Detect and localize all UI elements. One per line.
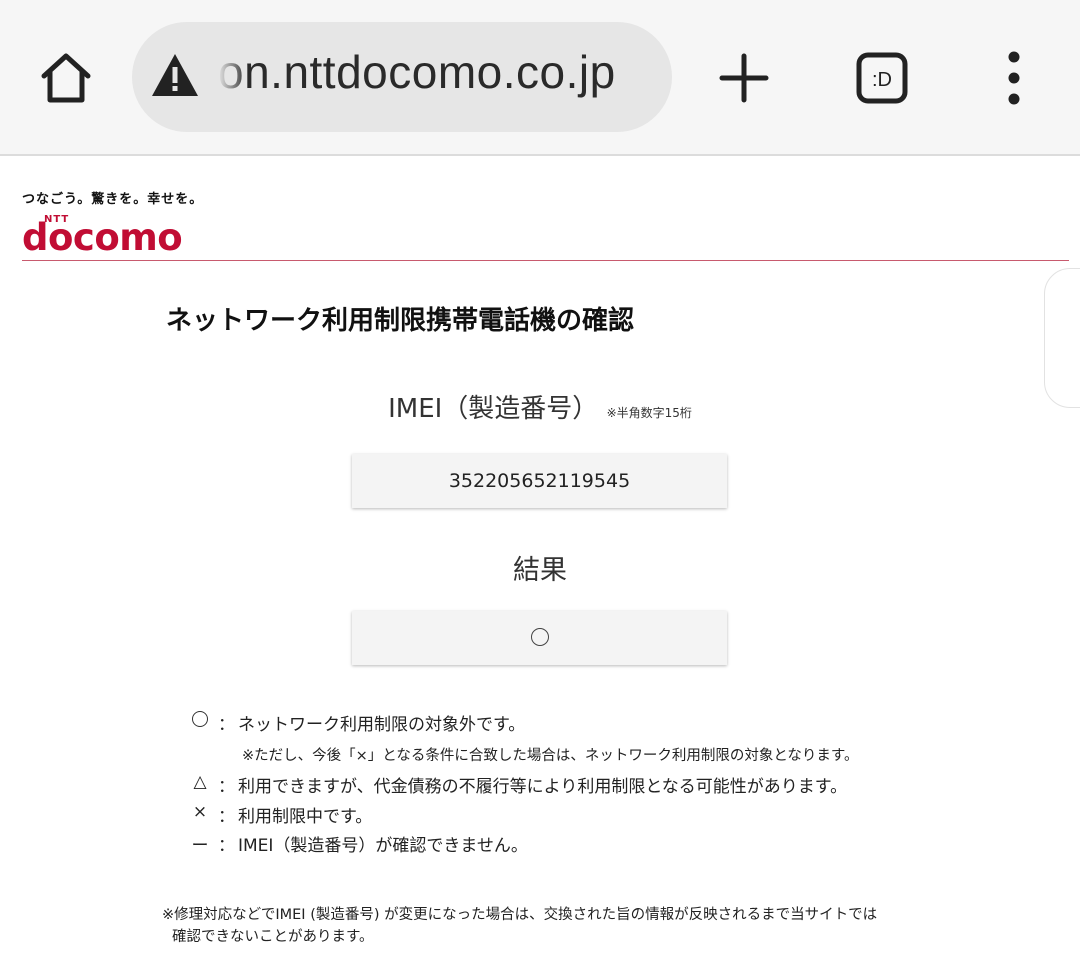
legend-text: 利用できますが、代金債務の不履行等により利用制限となる可能性があります。 — [238, 777, 848, 797]
legend-symbol: × — [192, 802, 208, 822]
footnote-line: 確認できないことがあります。 — [172, 929, 374, 945]
browser-toolbar: on.nttdocomo.co.jp :D — [0, 0, 1080, 156]
url-fade — [218, 22, 248, 132]
address-bar[interactable]: on.nttdocomo.co.jp — [132, 22, 672, 132]
imei-field[interactable]: 352205652119545 — [352, 454, 727, 508]
imei-label: IMEI（製造番号） ※半角数字15桁 — [0, 388, 1080, 425]
legend-text: ネットワーク利用制限の対象外です。 — [238, 715, 526, 735]
legend-colon: ： — [218, 777, 235, 797]
legend-text: 利用制限中です。 — [238, 807, 373, 827]
result-field — [352, 611, 727, 665]
legend-symbol: △ — [193, 772, 207, 792]
legend-colon: ： — [218, 715, 235, 735]
imei-label-text: IMEI（製造番号） — [388, 394, 599, 424]
legend-colon: ： — [218, 836, 235, 856]
side-panel-tab[interactable] — [1044, 268, 1080, 408]
result-label: 結果 — [513, 555, 567, 586]
legend-note: ※ただし、今後「×」となる条件に合致した場合は、ネットワーク利用制限の対象となり… — [242, 748, 859, 764]
home-icon[interactable] — [36, 48, 96, 108]
header-divider — [22, 260, 1069, 261]
tagline: つなごう。驚きを。幸せを。 — [22, 192, 204, 207]
plus-icon[interactable] — [718, 52, 770, 104]
docomo-logo[interactable]: NTT docomo — [22, 214, 192, 259]
tabs-icon[interactable]: :D — [856, 52, 908, 104]
footnote: ※修理対応などでIMEI (製造番号) が変更になった場合は、交換された旨の情報… — [162, 904, 877, 948]
imei-hint: ※半角数字15桁 — [606, 406, 692, 420]
legend-text: IMEI（製造番号）が確認できません。 — [238, 836, 528, 856]
page-title: ネットワーク利用制限携帯電話機の確認 — [166, 306, 635, 336]
logo-wordmark: docomo — [22, 216, 183, 259]
warning-icon[interactable] — [150, 52, 200, 98]
legend-symbol: ー — [191, 836, 209, 856]
footnote-line: ※修理対応などでIMEI (製造番号) が変更になった場合は、交換された旨の情報… — [162, 907, 878, 923]
legend-colon: ： — [218, 807, 235, 827]
svg-text::D: :D — [872, 69, 892, 91]
result-circle-icon — [530, 627, 549, 646]
legend-symbol-circle — [190, 710, 210, 730]
url-text[interactable]: on.nttdocomo.co.jp — [218, 45, 616, 99]
more-vert-icon[interactable] — [1000, 50, 1028, 106]
